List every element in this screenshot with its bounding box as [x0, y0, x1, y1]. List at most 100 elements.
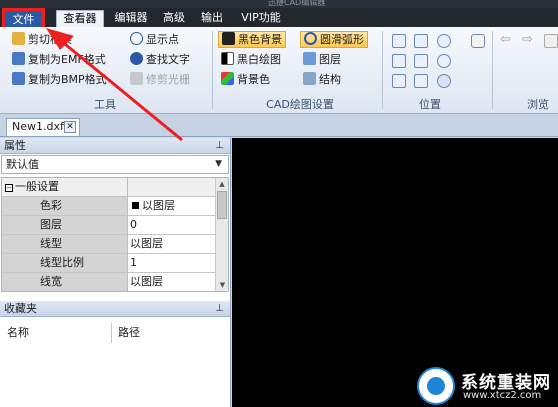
mono-drawing-label: 黑白绘图: [237, 53, 281, 66]
table-row[interactable]: 色彩 以图层: [2, 197, 228, 216]
zoom-real-icon[interactable]: [414, 74, 428, 88]
property-value: 以图层: [142, 199, 175, 212]
tab-viewer[interactable]: 查看器: [56, 10, 104, 28]
fit-icon[interactable]: [392, 54, 406, 68]
column-path[interactable]: 路径: [112, 323, 230, 343]
favorites-columns: 名称 路径: [0, 323, 230, 343]
table-row[interactable]: 线型 以图层: [2, 235, 228, 254]
property-value: 0: [130, 218, 137, 231]
ribbon-separator: [492, 31, 493, 109]
ribbon: 剪切框架 复制为EMF格式 复制为BMP格式 显示点 查找文字 修剪光栅 工具 …: [0, 27, 558, 114]
property-key: 图层: [2, 216, 128, 234]
property-value: 以图层: [130, 237, 163, 250]
favorites-title: 收藏夹: [4, 302, 37, 315]
chevron-down-icon[interactable]: ▼: [215, 156, 222, 173]
column-name[interactable]: 名称: [0, 323, 112, 343]
properties-title: 属性: [4, 139, 26, 152]
pan-icon[interactable]: [392, 34, 406, 48]
view-3d-icon[interactable]: [437, 74, 451, 88]
copy-bmp-button[interactable]: 复制为BMP格式: [12, 71, 107, 88]
forward-arrow-icon[interactable]: ⇨: [522, 32, 533, 47]
pin-icon[interactable]: ⊥: [215, 301, 224, 316]
favorites-panel: 收藏夹 ⊥ 名称 路径: [0, 301, 230, 407]
pin-icon[interactable]: ⊥: [215, 138, 224, 153]
window-title: 迅捷CAD编辑器: [268, 0, 326, 7]
mono-drawing-button[interactable]: 黑白绘图: [221, 51, 281, 68]
copy-emf-button[interactable]: 复制为EMF格式: [12, 51, 106, 68]
close-icon[interactable]: ✕: [64, 121, 76, 133]
smooth-arc-button[interactable]: 圆滑弧形: [300, 31, 368, 48]
properties-combo[interactable]: 默认值 ▼: [1, 155, 229, 174]
background-color-button[interactable]: 背景色: [221, 71, 270, 88]
refresh-icon[interactable]: [544, 34, 558, 48]
property-key: 色彩: [2, 197, 128, 215]
collapse-icon[interactable]: −: [5, 184, 13, 192]
document-tab-label: New1.dxf: [12, 120, 64, 133]
show-points-button[interactable]: 显示点: [130, 31, 179, 48]
table-row[interactable]: 图层 0: [2, 216, 228, 235]
layers-label: 图层: [319, 53, 341, 66]
arc-icon: [304, 32, 317, 45]
property-grid: − 一般设置 色彩 以图层 图层 0 线型 以图层 线型比例 1 线宽 以图层 ▲…: [1, 177, 229, 292]
emf-icon: [12, 52, 25, 65]
find-text-icon: [130, 52, 143, 65]
table-row[interactable]: 线型比例 1: [2, 254, 228, 273]
scissors-icon: [12, 32, 25, 45]
tools-group-label: 工具: [94, 98, 116, 111]
scroll-up-icon[interactable]: ▲: [216, 178, 228, 190]
back-arrow-icon[interactable]: ⇦: [500, 32, 511, 47]
property-key: 线宽: [2, 273, 128, 291]
color-swatch: [132, 202, 139, 209]
crosshair-icon: [130, 32, 143, 45]
property-key: 线型: [2, 235, 128, 253]
zoom-out-icon[interactable]: [437, 54, 451, 68]
property-value: 以图层: [130, 275, 163, 288]
zoom-extents-icon[interactable]: [414, 54, 428, 68]
table-row[interactable]: 线宽 以图层: [2, 273, 228, 291]
properties-header: 属性 ⊥: [0, 138, 230, 154]
browse-group-label: 浏览: [527, 98, 549, 111]
tab-output[interactable]: 输出: [198, 10, 226, 27]
ribbon-separator: [382, 31, 383, 109]
find-text-label: 查找文字: [146, 53, 190, 66]
rotate-icon[interactable]: [392, 74, 406, 88]
document-tab[interactable]: New1.dxf ✕: [6, 118, 80, 136]
structure-icon: [303, 72, 316, 85]
trim-raster-button[interactable]: 修剪光栅: [130, 71, 190, 88]
zoom-in-icon[interactable]: [437, 34, 451, 48]
scroll-down-icon[interactable]: ▼: [216, 279, 228, 291]
cut-frame-button[interactable]: 剪切框架: [12, 31, 72, 48]
black-bg-icon: [222, 32, 235, 45]
background-color-label: 背景色: [237, 73, 270, 86]
position-group-label: 位置: [419, 98, 441, 111]
zoom-window-icon[interactable]: [414, 34, 428, 48]
property-value: 1: [130, 256, 137, 269]
trim-raster-label: 修剪光栅: [146, 73, 190, 86]
palette-icon: [221, 72, 234, 85]
layers-button[interactable]: 图层: [303, 51, 341, 68]
cad-group-label: CAD绘图设置: [266, 98, 334, 111]
copy-emf-label: 复制为EMF格式: [28, 53, 106, 66]
find-text-button[interactable]: 查找文字: [130, 51, 190, 68]
watermark-logo-icon: [417, 367, 455, 405]
property-category[interactable]: − 一般设置: [2, 178, 228, 197]
scroll-thumb[interactable]: [217, 191, 227, 219]
tab-advanced[interactable]: 高级: [160, 10, 188, 27]
mono-icon: [221, 52, 234, 65]
structure-label: 结构: [319, 73, 341, 86]
layers-icon: [303, 52, 316, 65]
trim-raster-icon: [130, 72, 143, 85]
watermark-url: www.xtcz2.com: [463, 390, 542, 401]
properties-panel: 属性 ⊥ 默认值 ▼ − 一般设置 色彩 以图层 图层 0 线型 以图层 线型比例…: [0, 138, 231, 407]
structure-button[interactable]: 结构: [303, 71, 341, 88]
tab-editor[interactable]: 编辑器: [110, 10, 152, 27]
show-points-label: 显示点: [146, 33, 179, 46]
category-label: 一般设置: [15, 180, 59, 193]
black-background-button[interactable]: 黑色背景: [218, 31, 286, 48]
cut-frame-label: 剪切框架: [28, 33, 72, 46]
favorites-header: 收藏夹 ⊥: [0, 301, 230, 317]
tab-vip[interactable]: VIP功能: [238, 10, 284, 27]
property-scrollbar[interactable]: ▲ ▼: [215, 178, 228, 291]
hand-icon[interactable]: [471, 34, 485, 48]
copy-bmp-label: 复制为BMP格式: [28, 73, 107, 86]
